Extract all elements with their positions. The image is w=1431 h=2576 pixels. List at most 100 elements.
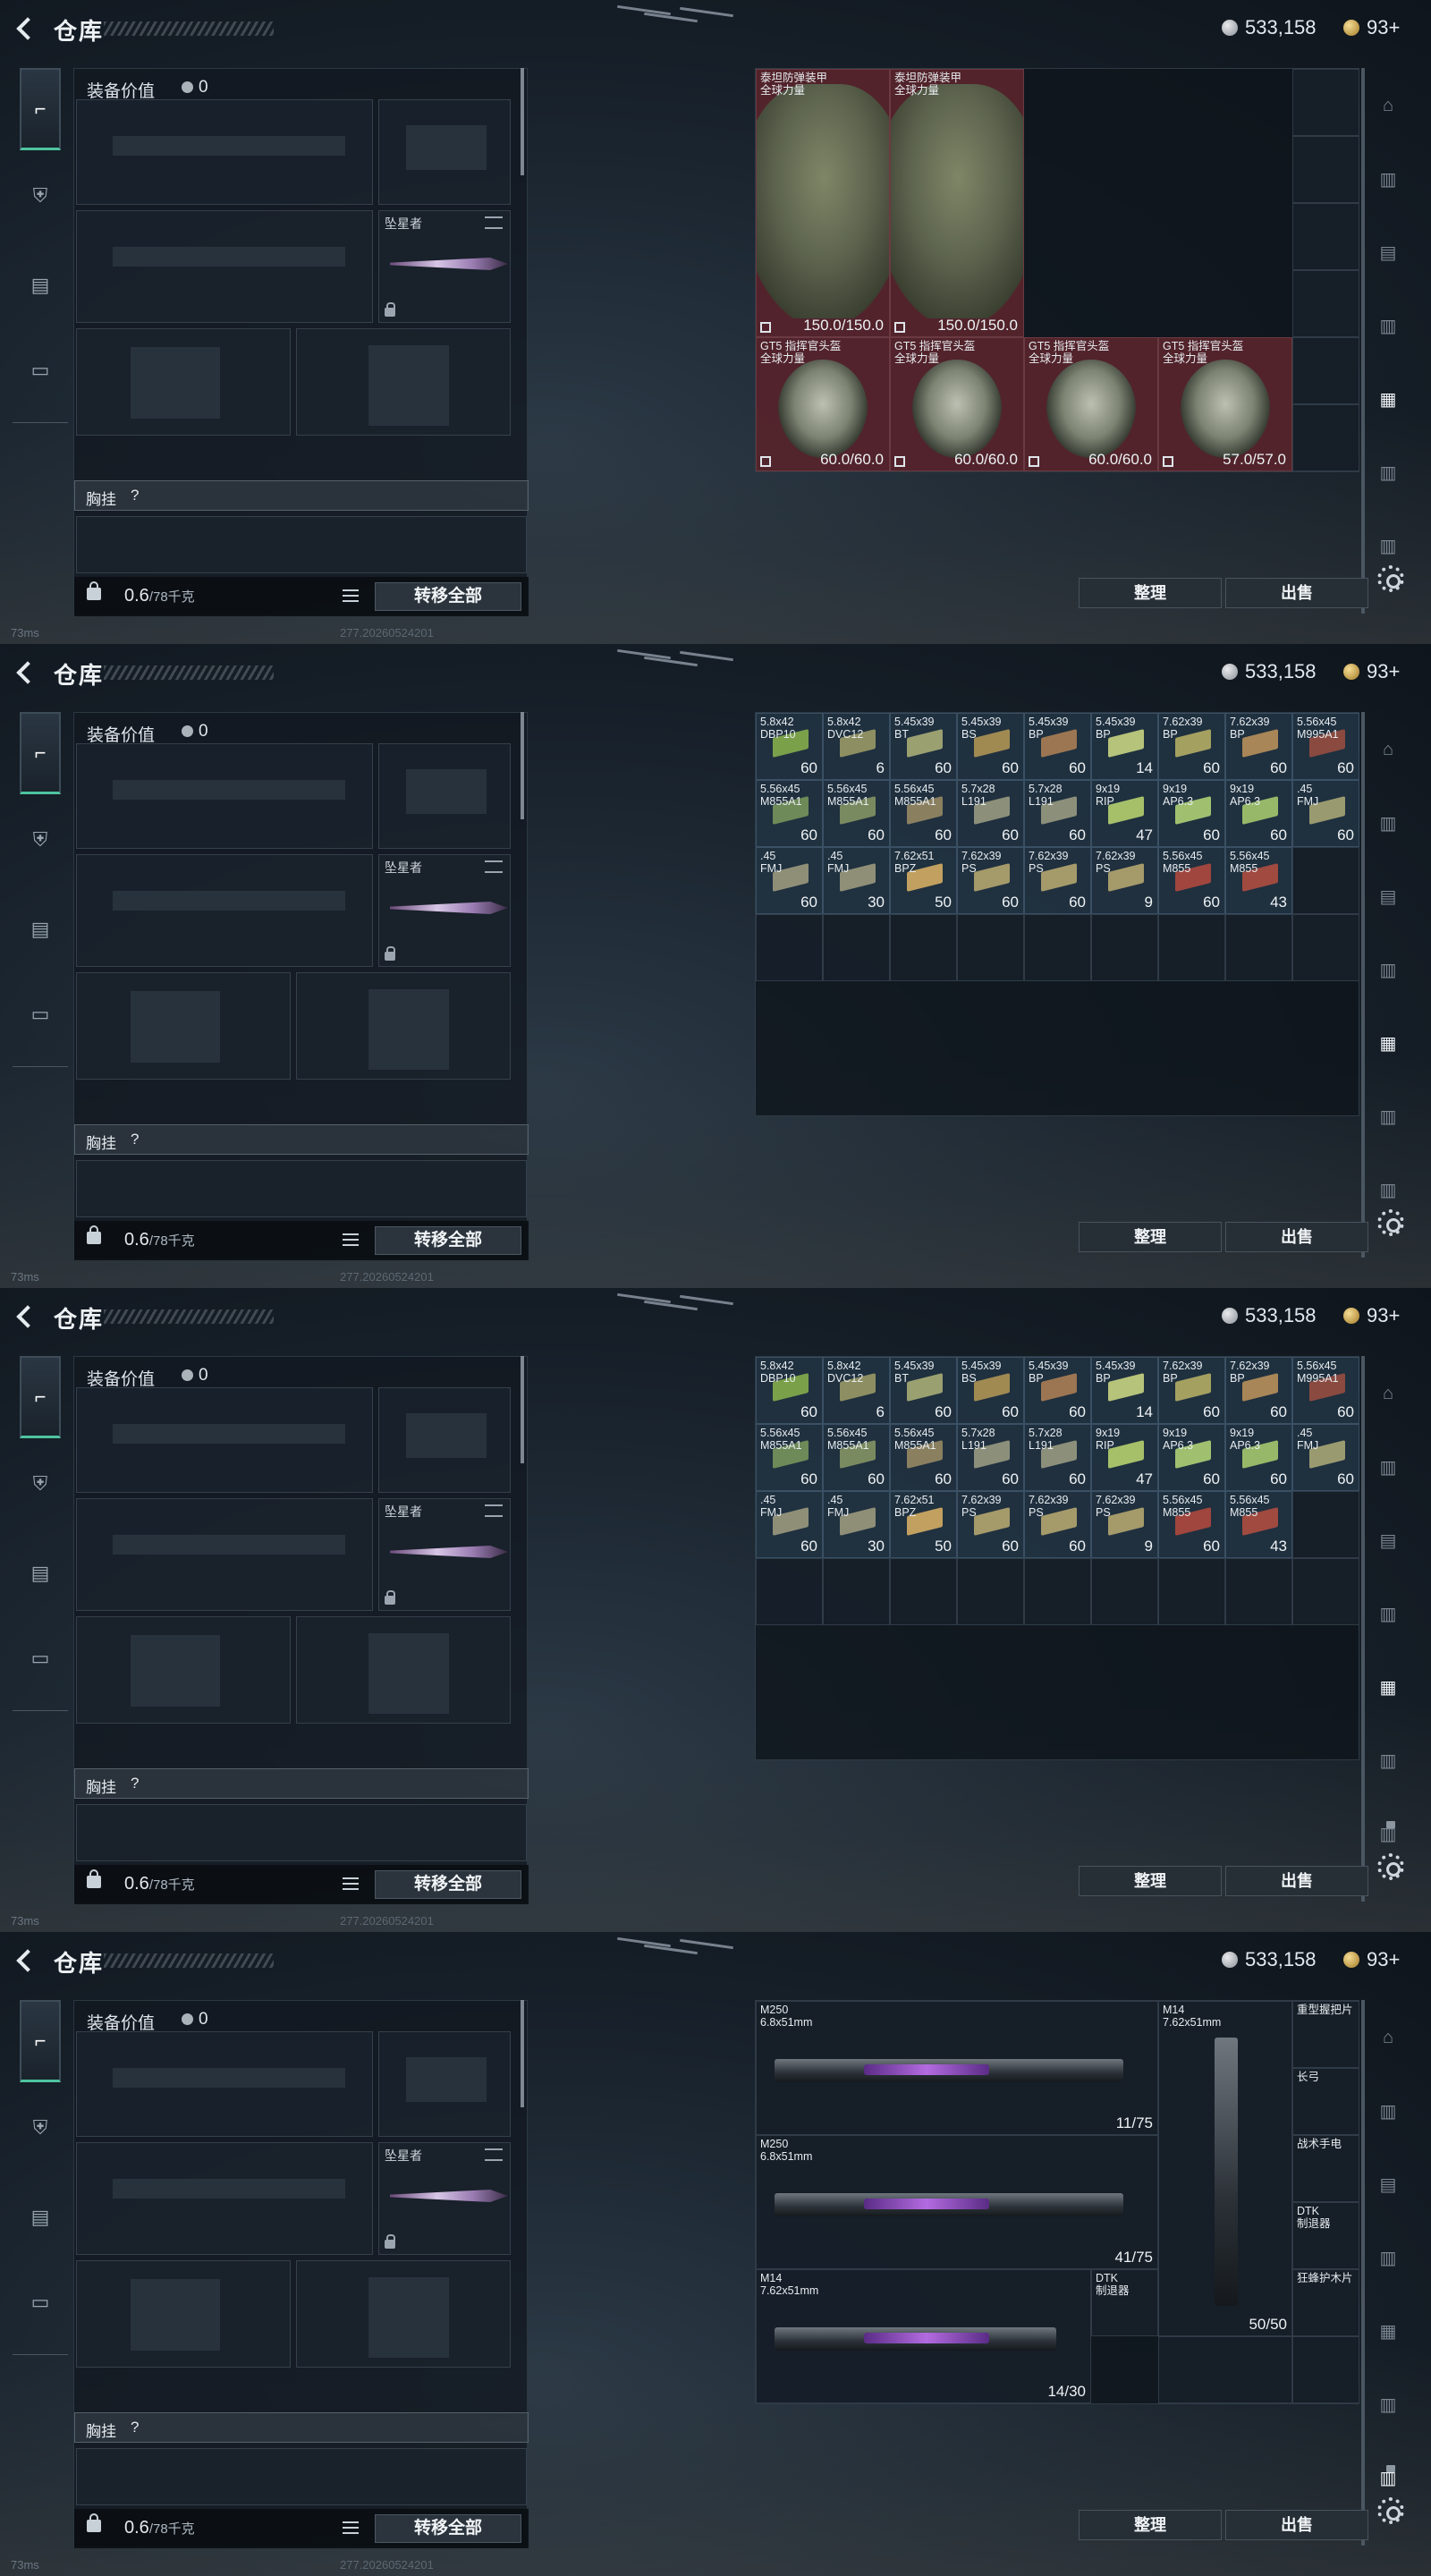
weapon-item[interactable]: M14 7.62x51mm 14/30: [756, 2269, 1091, 2403]
ammo-item[interactable]: .45 FMJ 30: [823, 1491, 890, 1558]
sort-button[interactable]: 整理: [1079, 1866, 1222, 1896]
empty-cell[interactable]: [1158, 1558, 1225, 1625]
storage-tab-6[interactable]: ▥: [1368, 1742, 1408, 1778]
empty-cell[interactable]: [756, 1558, 823, 1625]
back-button[interactable]: [11, 658, 38, 685]
ammo-item[interactable]: 5.8x42 DVC12 6: [823, 1357, 890, 1424]
secondary-weapon-slot[interactable]: [76, 210, 373, 323]
ammo-item[interactable]: 9x19 AP6.3 60: [1158, 1424, 1225, 1491]
helmet-slot[interactable]: [76, 2260, 291, 2368]
empty-cell[interactable]: [1292, 203, 1359, 270]
armor-item[interactable]: 泰坦防弹装甲 全球力量 150.0/150.0: [890, 69, 1024, 337]
helmet-slot[interactable]: [76, 328, 291, 436]
ammo-item[interactable]: .45 FMJ 60: [756, 847, 823, 914]
ammo-item[interactable]: 5.56x45 M855 60: [1158, 847, 1225, 914]
armor-slot[interactable]: [296, 2260, 511, 2368]
case-category-tab[interactable]: ▭: [20, 1638, 61, 1679]
loadout-scrollbar[interactable]: [521, 2000, 524, 2107]
storage-tab-4[interactable]: ▥: [1368, 308, 1408, 343]
ammo-item[interactable]: 7.62x39 PS 60: [957, 847, 1024, 914]
help-icon[interactable]: ?: [131, 1131, 139, 1148]
empty-cell[interactable]: [1091, 1558, 1158, 1625]
weapon-item[interactable]: M250 6.8x51mm 41/75: [756, 2135, 1158, 2269]
pistol-slot[interactable]: [378, 99, 511, 205]
storage-tab-3[interactable]: ▤: [1368, 878, 1408, 914]
ammo-item[interactable]: 5.45x39 BP 60: [1024, 713, 1091, 780]
empty-cell[interactable]: [1158, 914, 1225, 981]
attachment-item[interactable]: 重型握把片: [1292, 2001, 1359, 2068]
ammo-item[interactable]: 9x19 RIP 47: [1091, 780, 1158, 847]
attachment-item[interactable]: 战术手电: [1292, 2135, 1359, 2202]
loadout-scrollbar[interactable]: [521, 68, 524, 175]
storage-tab-6[interactable]: ▥: [1368, 1098, 1408, 1134]
storage-tab-6[interactable]: ▥: [1368, 454, 1408, 490]
pistol-slot[interactable]: [378, 1387, 511, 1493]
swap-icon[interactable]: [485, 1504, 503, 1517]
transfer-all-button[interactable]: 转移全部: [375, 582, 521, 611]
armor-category-tab[interactable]: ⛨: [20, 2107, 61, 2148]
helmet-item[interactable]: GT5 指挥官头盔 全球力量 57.0/57.0: [1158, 337, 1292, 471]
storage-tab-5[interactable]: ▦: [1368, 1025, 1408, 1061]
chest-rig-slot[interactable]: 胸挂?: [74, 2412, 529, 2443]
sell-button[interactable]: 出售: [1225, 1222, 1368, 1252]
empty-cell[interactable]: [756, 914, 823, 981]
empty-cell[interactable]: [1225, 1558, 1292, 1625]
storage-tab-7[interactable]: ▥: [1368, 1172, 1408, 1208]
backpack-category-tab[interactable]: ▤: [20, 1553, 61, 1594]
ammo-item[interactable]: .45 FMJ 60: [756, 1491, 823, 1558]
ammo-item[interactable]: 7.62x39 BP 60: [1158, 713, 1225, 780]
ammo-item[interactable]: 5.45x39 BP 60: [1024, 1357, 1091, 1424]
ammo-item[interactable]: 5.45x39 BS 60: [957, 1357, 1024, 1424]
pistol-slot[interactable]: [378, 2031, 511, 2137]
storage-tab-5[interactable]: ▦: [1368, 1669, 1408, 1705]
transfer-all-button[interactable]: 转移全部: [375, 1870, 521, 1899]
list-icon[interactable]: [343, 2521, 359, 2534]
chest-rig-slot[interactable]: 胸挂?: [74, 1768, 529, 1799]
attachment-item[interactable]: 狂蜂护木片: [1292, 2269, 1359, 2336]
ammo-item[interactable]: 5.7x28 L191 60: [957, 780, 1024, 847]
pistol-slot[interactable]: [378, 743, 511, 849]
storage-tab-3[interactable]: ▤: [1368, 234, 1408, 270]
attachment-item[interactable]: DTK 制退器: [1292, 2202, 1359, 2269]
back-button[interactable]: [11, 1302, 38, 1329]
ammo-item[interactable]: 5.7x28 L191 60: [957, 1424, 1024, 1491]
backpack-category-tab[interactable]: ▤: [20, 909, 61, 950]
back-button[interactable]: [11, 1946, 38, 1973]
ammo-item[interactable]: 5.45x39 BP 14: [1091, 1357, 1158, 1424]
empty-cell[interactable]: [1292, 404, 1359, 471]
empty-cell[interactable]: [957, 914, 1024, 981]
storage-tab-3[interactable]: ▤: [1368, 1522, 1408, 1558]
help-icon[interactable]: ?: [131, 487, 139, 504]
armor-category-tab[interactable]: ⛨: [20, 175, 61, 216]
ammo-item[interactable]: 9x19 AP6.3 60: [1225, 780, 1292, 847]
helmet-item[interactable]: GT5 指挥官头盔 全球力量 60.0/60.0: [1024, 337, 1158, 471]
storage-tab-1[interactable]: ⌂: [1368, 1376, 1408, 1411]
ammo-item[interactable]: 5.45x39 BT 60: [890, 713, 957, 780]
secondary-weapon-slot[interactable]: [76, 1498, 373, 1611]
list-icon[interactable]: [343, 1233, 359, 1246]
ammo-item[interactable]: 5.56x45 M855A1 60: [756, 780, 823, 847]
empty-cell[interactable]: [1024, 914, 1091, 981]
ammo-item[interactable]: 5.8x42 DVC12 6: [823, 713, 890, 780]
weapon-item-vertical[interactable]: M14 7.62x51mm 50/50: [1158, 2001, 1292, 2336]
loadout-scrollbar[interactable]: [521, 712, 524, 819]
empty-cell[interactable]: [1292, 914, 1359, 981]
ammo-item[interactable]: 7.62x39 BP 60: [1225, 713, 1292, 780]
ammo-item[interactable]: 7.62x39 PS 60: [1024, 847, 1091, 914]
secondary-weapon-slot[interactable]: [76, 854, 373, 967]
storage-tab-2[interactable]: ▥: [1368, 805, 1408, 841]
case-category-tab[interactable]: ▭: [20, 350, 61, 391]
empty-cell[interactable]: [1292, 847, 1359, 914]
primary-weapon-slot[interactable]: [76, 1387, 373, 1493]
storage-tab-1[interactable]: ⌂: [1368, 732, 1408, 767]
weapon-item[interactable]: M250 6.8x51mm 11/75: [756, 2001, 1158, 2135]
empty-cell[interactable]: [957, 1558, 1024, 1625]
ammo-item[interactable]: 5.45x39 BP 14: [1091, 713, 1158, 780]
ammo-item[interactable]: 5.8x42 DBP10 60: [756, 1357, 823, 1424]
back-button[interactable]: [11, 14, 38, 41]
settings-gear-icon[interactable]: [1377, 2497, 1404, 2524]
armor-slot[interactable]: [296, 972, 511, 1080]
ammo-item[interactable]: 7.62x51 BPZ 50: [890, 1491, 957, 1558]
ammo-item[interactable]: 5.56x45 M855 60: [1158, 1491, 1225, 1558]
backpack-category-tab[interactable]: ▤: [20, 265, 61, 306]
